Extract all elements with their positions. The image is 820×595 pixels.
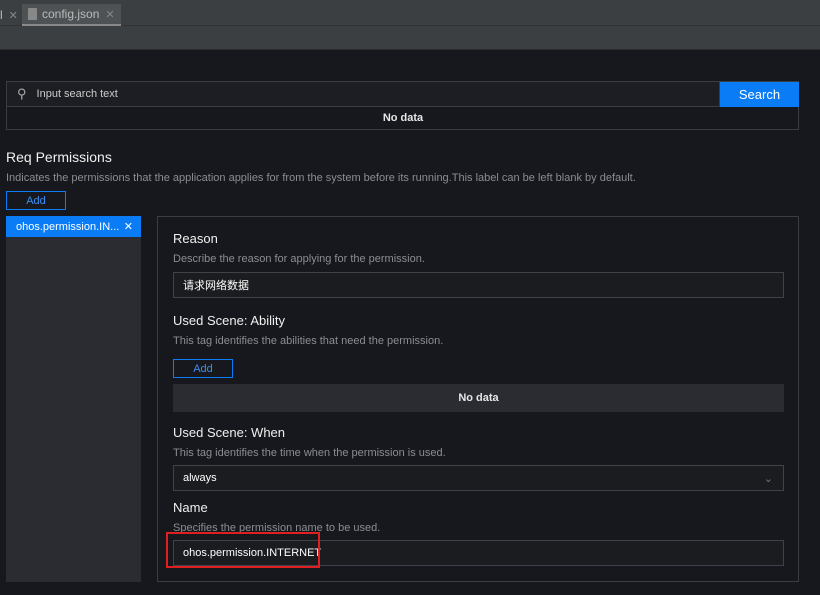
- close-icon[interactable]: ✕: [124, 220, 133, 233]
- search-button[interactable]: Search: [720, 82, 799, 107]
- permission-list-item[interactable]: ohos.permission.IN... ✕: [6, 216, 141, 237]
- section-description: Indicates the permissions that the appli…: [6, 172, 636, 184]
- ability-description: This tag identifies the abilities that n…: [173, 335, 444, 347]
- editor-tab-bar: l ✕ config.json ✕: [0, 0, 820, 50]
- add-permission-button[interactable]: Add: [6, 191, 66, 210]
- when-label: Used Scene: When: [173, 425, 286, 440]
- search-input[interactable]: ⚲ Input search text: [7, 82, 720, 107]
- tab-config-json[interactable]: config.json ✕: [22, 4, 121, 26]
- when-select[interactable]: always ⌄: [173, 465, 784, 491]
- permission-detail: Reason Describe the reason for applying …: [157, 216, 799, 582]
- ability-label: Used Scene: Ability: [173, 313, 286, 328]
- json-file-icon: [28, 8, 37, 20]
- tab-previous[interactable]: l ✕: [0, 4, 18, 26]
- reason-label: Reason: [173, 231, 218, 246]
- ability-empty: No data: [173, 384, 784, 412]
- search-empty: No data: [382, 112, 424, 124]
- close-icon[interactable]: ✕: [105, 8, 114, 21]
- when-description: This tag identifies the time when the pe…: [173, 447, 446, 459]
- chevron-down-icon: ⌄: [763, 472, 773, 485]
- permission-list: ohos.permission.IN... ✕: [6, 216, 141, 582]
- name-label: Name: [173, 500, 208, 515]
- highlight-box: [166, 532, 320, 568]
- add-ability-button[interactable]: Add: [173, 359, 233, 378]
- search-panel: ⚲ Input search text Search No data: [6, 81, 799, 130]
- reason-description: Describe the reason for applying for the…: [173, 253, 425, 265]
- search-icon: ⚲: [17, 86, 27, 101]
- close-icon[interactable]: ✕: [9, 9, 18, 22]
- section-title: Req Permissions: [6, 149, 112, 165]
- reason-input[interactable]: 请求网络数据: [173, 272, 784, 298]
